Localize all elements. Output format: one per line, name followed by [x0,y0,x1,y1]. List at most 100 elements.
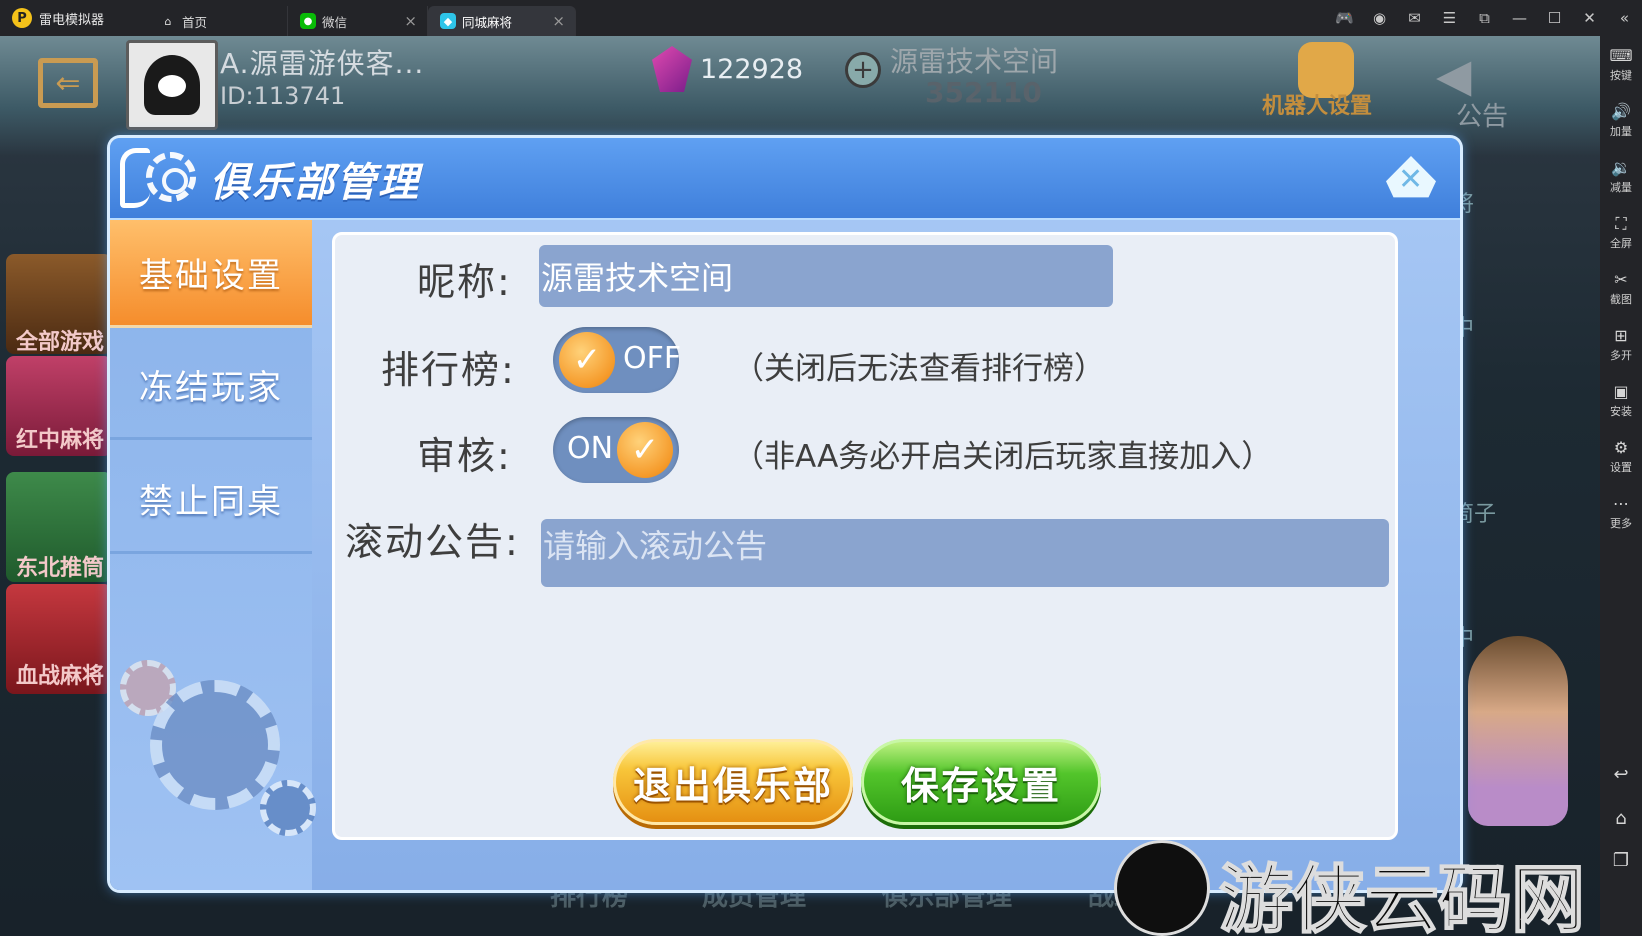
game-screen: ⇐ A.源雷游侠客... ID:113741 122928 + 源雷技术空间 3… [0,36,1600,936]
review-note: （非AA务必开启关闭后玩家直接加入） [733,439,1273,475]
toolbar-multi-instance[interactable]: ⊞ 多开 [1600,316,1642,372]
club-name-header: 源雷技术空间 [890,45,1059,78]
user-id: ID:113741 [220,82,346,110]
toolbar-install-apk[interactable]: ▣ 安装 [1600,372,1642,428]
game-card-all[interactable]: 全部游戏 [6,254,112,355]
back-icon[interactable]: ↩ [1600,764,1642,785]
tab-label: 首页 [182,14,208,30]
add-gems-button[interactable]: + [845,52,881,88]
toolbar-fullscreen[interactable]: ⛶ 全屏 [1600,204,1642,260]
recent-apps-icon[interactable]: ❐ [1600,850,1642,871]
review-label: 审核: [417,434,512,478]
save-settings-button[interactable]: 保存设置 [861,739,1101,825]
avatar[interactable] [126,40,218,130]
tab-basic-settings[interactable]: 基础设置 [110,220,312,328]
close-icon: ✕ [1398,162,1424,197]
fullscreen-icon: ⛶ [1615,213,1627,233]
ranking-toggle-state: OFF [623,341,682,376]
character-illustration [1468,636,1568,826]
volume-down-icon: 🔉 [1611,157,1631,177]
gear-icon: ⚙ [1613,437,1629,457]
volume-up-icon: 🔊 [1611,101,1631,121]
dialog-side-nav: 基础设置 冻结玩家 禁止同桌 [110,220,316,890]
scissors-icon: ✂ [1614,269,1628,289]
game-card-label: 血战麻将 [16,664,105,689]
minimize-icon[interactable]: — [1502,0,1537,36]
game-card-dongbei[interactable]: 东北推筒子 [6,472,112,613]
poker-chips-decoration [120,660,316,860]
quit-club-button[interactable]: 退出俱乐部 [613,739,853,825]
emulator-toolbar: ⌨ 按键 🔊 加量 🔉 减量 ⛶ 全屏 ✂ 截图 ⊞ 多开 ▣ 安装 ⚙ 设置 ⋯ 更多 ↩ ⌂ … [1600,36,1642,936]
club-number: 352110 [925,76,1042,109]
app-name: 雷电模拟器 [39,12,105,28]
ranking-toggle[interactable]: ✓ OFF [553,327,682,393]
game-card-hongzhong[interactable]: 红中麻将 [6,356,112,456]
game-card-xuezhan[interactable]: 血战麻将 [6,584,112,694]
app-branding: P 雷电模拟器 [0,8,148,28]
menu-icon[interactable]: ☰ [1432,0,1467,36]
game-card-label: 全部游戏 [16,330,105,355]
scroll-notice-input[interactable]: 请输入滚动公告 [541,519,1389,587]
more-icon: ⋯ [1613,493,1629,513]
close-window-icon[interactable]: ✕ [1572,0,1607,36]
toolbar-volume-up[interactable]: 🔊 加量 [1600,92,1642,148]
nickname-label: 昵称: [417,260,512,304]
speaker-icon[interactable]: ◀ [1436,48,1471,102]
tab-wechat[interactable]: ● 微信 × [288,6,428,36]
ranking-label: 排行榜: [381,348,516,392]
settings-gear-icon [120,146,210,216]
notice-label: 公告 [1456,102,1509,132]
username: A.源雷游侠客... [220,47,425,80]
gem-count: 122928 [700,54,804,85]
toolbar-settings[interactable]: ⚙ 设置 [1600,428,1642,484]
home-icon: ⌂ [164,14,172,28]
home-button-icon[interactable]: ⌂ [1600,808,1642,829]
scroll-notice-label: 滚动公告: [345,520,520,564]
toolbar-more[interactable]: ⋯ 更多 [1600,484,1642,540]
watermark-text: 游侠云码网 [1218,856,1586,936]
watermark-logo: 游侠云码网 [1114,840,1600,936]
tab-home[interactable]: ⌂ 首页 [148,6,288,36]
collapse-sidebar-icon[interactable]: « [1607,0,1642,36]
account-icon[interactable]: ◉ [1362,0,1397,36]
hacker-avatar-icon [1114,840,1210,936]
hooded-avatar-icon [144,55,200,115]
restore-icon[interactable]: ⧉ [1467,0,1502,36]
emulator-window: P 雷电模拟器 ⌂ 首页 ● 微信 × ◆ 同城麻将 × 🎮 ◉ ✉ ☰ ⧉ —… [0,0,1642,936]
review-toggle[interactable]: ON ✓ [553,417,679,483]
close-tab-icon[interactable]: × [404,12,417,30]
tab-game[interactable]: ◆ 同城麻将 × [428,6,576,36]
window-controls: 🎮 ◉ ✉ ☰ ⧉ — ☐ ✕ « [1327,0,1642,36]
nickname-input[interactable]: 源雷技术空间 [539,245,1113,307]
toolbar-keymap[interactable]: ⌨ 按键 [1600,36,1642,92]
check-icon: ✓ [559,332,615,388]
tab-label: 微信 [322,14,348,30]
exit-door-icon[interactable]: ⇐ [38,58,98,108]
dialog-title: 俱乐部管理 [210,160,420,206]
tab-label: 同城麻将 [462,14,513,30]
robot-settings-label: 机器人设置 [1262,94,1373,119]
basic-settings-panel: 昵称: 源雷技术空间 排行榜: ✓ OFF （关闭后无法查看排行榜） 审核: O… [332,232,1398,840]
review-toggle-state: ON [567,431,614,466]
game-icon: ◆ [440,13,456,29]
club-management-dialog: 俱乐部管理 ✕ 基础设置 冻结玩家 禁止同桌 昵称: 源雷技术空间 排行榜: ✓… [110,138,1460,890]
check-icon: ✓ [617,422,673,478]
keyboard-icon: ⌨ [1609,45,1633,65]
multi-instance-icon: ⊞ [1614,325,1628,345]
dialog-header: 俱乐部管理 ✕ [110,138,1460,220]
tab-freeze-players[interactable]: 冻结玩家 [110,332,312,440]
close-dialog-button[interactable]: ✕ [1380,152,1442,206]
toolbar-screenshot[interactable]: ✂ 截图 [1600,260,1642,316]
close-tab-icon[interactable]: × [552,12,565,30]
maximize-icon[interactable]: ☐ [1537,0,1572,36]
game-card-label: 红中麻将 [16,428,105,453]
mail-icon[interactable]: ✉ [1397,0,1432,36]
toolbar-volume-down[interactable]: 🔉 减量 [1600,148,1642,204]
ldplayer-logo-icon: P [12,8,32,28]
wechat-icon: ● [300,13,316,29]
ranking-note: （关闭后无法查看排行榜） [733,351,1105,387]
tab-ban-same-table[interactable]: 禁止同桌 [110,446,312,554]
gamepad-icon[interactable]: 🎮 [1327,0,1362,36]
apk-icon: ▣ [1613,381,1629,401]
title-bar: P 雷电模拟器 ⌂ 首页 ● 微信 × ◆ 同城麻将 × 🎮 ◉ ✉ ☰ ⧉ —… [0,0,1642,36]
